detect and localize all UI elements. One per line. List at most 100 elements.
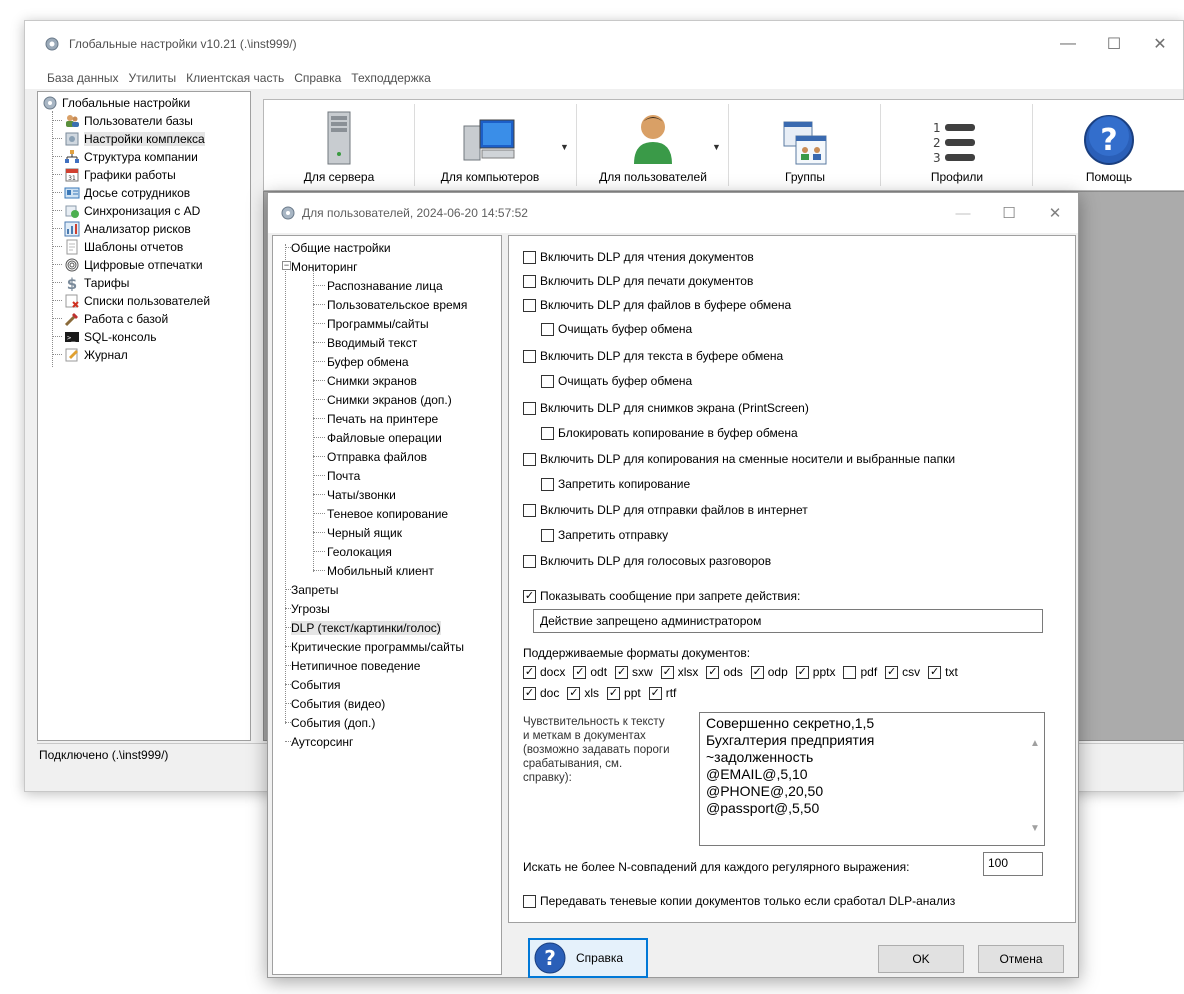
dlp-clipboard-text-checkbox[interactable]: Включить DLP для текста в буфере обмена (523, 349, 783, 363)
tree-monitoring[interactable]: − Мониторинг (273, 257, 501, 276)
tree-file-sending[interactable]: Отправка файлов (273, 447, 501, 466)
format-ods-checkbox[interactable]: ✓ ods (706, 665, 743, 679)
tree-item-risk-analyzer[interactable]: Анализатор рисков (42, 220, 250, 238)
toolbar-profiles-button[interactable]: 1 2 3 Профили (882, 100, 1032, 190)
dialog-maximize-button[interactable]: ☐ (986, 193, 1032, 233)
tree-prohibitions[interactable]: Запреты (273, 580, 501, 599)
tree-programs-sites[interactable]: Программы/сайты (273, 314, 501, 333)
help-button[interactable]: ? Справка (528, 938, 648, 978)
tree-events-video[interactable]: События (видео) (273, 694, 501, 713)
tree-outsourcing[interactable]: Аутсорсинг (273, 732, 501, 751)
tree-atypical-behavior[interactable]: Нетипичное поведение (273, 656, 501, 675)
tree-general-settings[interactable]: Общие настройки (273, 238, 501, 257)
tree-clipboard[interactable]: Буфер обмена (273, 352, 501, 371)
tree-item-report-templates[interactable]: Шаблоны отчетов (42, 238, 250, 256)
minimize-button[interactable]: — (1045, 21, 1091, 67)
menu-client[interactable]: Клиентская часть (186, 71, 284, 85)
toolbar-help-button[interactable]: ? Помощь (1034, 100, 1184, 190)
format-doc-checkbox[interactable]: ✓ doc (523, 686, 559, 700)
dialog-close-button[interactable]: ✕ (1032, 193, 1078, 233)
tree-shadow-copy[interactable]: Теневое копирование (273, 504, 501, 523)
tree-events-extra[interactable]: События (доп.) (273, 713, 501, 732)
tree-printing[interactable]: Печать на принтере (273, 409, 501, 428)
dlp-removable-media-checkbox[interactable]: Включить DLP для копирования на сменные … (523, 452, 955, 466)
shadow-only-dlp-checkbox[interactable]: Передавать теневые копии документов толь… (523, 894, 955, 908)
format-docx-checkbox[interactable]: ✓ docx (523, 665, 565, 679)
tree-face-recognition[interactable]: Распознавание лица (273, 276, 501, 295)
menu-database[interactable]: База данных (47, 71, 118, 85)
tree-item-fingerprints[interactable]: Цифровые отпечатки (42, 256, 250, 274)
dlp-printscreen-checkbox[interactable]: Включить DLP для снимков экрана (PrintSc… (523, 401, 809, 415)
menu-utilities[interactable]: Утилиты (128, 71, 176, 85)
clear-clipboard-files-checkbox[interactable]: Очищать буфер обмена (541, 322, 692, 336)
forbid-copy-checkbox[interactable]: Запретить копирование (541, 477, 690, 491)
tree-item-user-lists[interactable]: Списки пользователей (42, 292, 250, 310)
menu-support[interactable]: Техподдержка (351, 71, 431, 85)
dialog-minimize-button[interactable]: — (940, 193, 986, 233)
block-message-input[interactable]: Действие запрещено администратором (533, 609, 1043, 633)
tree-item-ad-sync[interactable]: Синхронизация с AD (42, 202, 250, 220)
tree-dlp[interactable]: DLP (текст/картинки/голос) (273, 618, 501, 637)
tree-geolocation[interactable]: Геолокация (273, 542, 501, 561)
tree-item-journal[interactable]: Журнал (42, 346, 250, 364)
tree-screenshots[interactable]: Снимки экранов (273, 371, 501, 390)
tree-typed-text[interactable]: Вводимый текст (273, 333, 501, 352)
tree-item-sql-console[interactable]: >_ SQL-консоль (42, 328, 250, 346)
tree-file-operations[interactable]: Файловые операции (273, 428, 501, 447)
scroll-down-icon[interactable]: ▼ (1030, 820, 1040, 837)
users-dropdown-arrow[interactable]: ▼ (712, 142, 721, 152)
tree-black-box[interactable]: Черный ящик (273, 523, 501, 542)
dlp-print-checkbox[interactable]: Включить DLP для печати документов (523, 274, 753, 288)
format-rtf-checkbox[interactable]: ✓ rtf (648, 686, 676, 700)
textarea-scrollbar[interactable]: ▲ ▼ (1026, 713, 1044, 845)
tree-item-work-schedules[interactable]: 31 Графики работы (42, 166, 250, 184)
block-clipboard-copy-checkbox[interactable]: Блокировать копирование в буфер обмена (541, 426, 798, 440)
format-xls-checkbox[interactable]: ✓ xls (567, 686, 599, 700)
format-pdf-checkbox[interactable]: pdf (843, 665, 877, 679)
tree-user-time[interactable]: Пользовательское время (273, 295, 501, 314)
menu-help[interactable]: Справка (294, 71, 341, 85)
tree-critical-programs[interactable]: Критические программы/сайты (273, 637, 501, 656)
dlp-read-checkbox[interactable]: Включить DLP для чтения документов (523, 250, 754, 264)
sensitivity-textarea[interactable]: Совершенно секретно,1,5 Бухгалтерия пред… (699, 712, 1045, 846)
dlp-clipboard-files-checkbox[interactable]: Включить DLP для файлов в буфере обмена (523, 298, 791, 312)
format-xlsx-checkbox[interactable]: ✓ xlsx (660, 665, 698, 679)
tree-mobile-client[interactable]: Мобильный клиент (273, 561, 501, 580)
format-odp-checkbox[interactable]: ✓ odp (750, 665, 788, 679)
tree-events[interactable]: События (273, 675, 501, 694)
cancel-button[interactable]: Отмена (978, 945, 1064, 973)
format-pptx-checkbox[interactable]: ✓ pptx (795, 665, 835, 679)
dlp-internet-send-checkbox[interactable]: Включить DLP для отправки файлов в интер… (523, 503, 808, 517)
tree-item-db-tools[interactable]: Работа с базой (42, 310, 250, 328)
tree-chats-calls[interactable]: Чаты/звонки (273, 485, 501, 504)
tree-root[interactable]: Глобальные настройки (42, 94, 250, 112)
scroll-up-icon[interactable]: ▲ (1030, 735, 1040, 752)
max-matches-input[interactable]: 100 (983, 852, 1043, 876)
toolbar-server-button[interactable]: Для сервера (264, 100, 414, 190)
show-message-checkbox[interactable]: ✓ Показывать сообщение при запрете действ… (523, 589, 800, 603)
tree-item-complex-settings[interactable]: Настройки комплекса (42, 130, 250, 148)
toolbar-users-button[interactable]: Для пользователей (578, 100, 728, 190)
format-txt-checkbox[interactable]: ✓ txt (928, 665, 958, 679)
toolbar-groups-button[interactable]: Группы (730, 100, 880, 190)
toolbar-computers-button[interactable]: Для компьютеров (416, 100, 564, 190)
maximize-button[interactable]: ☐ (1091, 21, 1137, 67)
tree-item-dossier[interactable]: Досье сотрудников (42, 184, 250, 202)
tree-item-org-structure[interactable]: Структура компании (42, 148, 250, 166)
format-csv-checkbox[interactable]: ✓ csv (885, 665, 920, 679)
tree-item-tariffs[interactable]: $ Тарифы (42, 274, 250, 292)
format-odt-checkbox[interactable]: ✓ odt (573, 665, 607, 679)
tree-mail[interactable]: Почта (273, 466, 501, 485)
clear-clipboard-text-checkbox[interactable]: Очищать буфер обмена (541, 374, 692, 388)
tree-screenshots-extra[interactable]: Снимки экранов (доп.) (273, 390, 501, 409)
forbid-send-checkbox[interactable]: Запретить отправку (541, 528, 668, 542)
computers-dropdown-arrow[interactable]: ▼ (560, 142, 569, 152)
tree-threats[interactable]: Угрозы (273, 599, 501, 618)
format-sxw-checkbox[interactable]: ✓ sxw (615, 665, 653, 679)
tree-item-db-users[interactable]: Пользователи базы (42, 112, 250, 130)
collapse-icon[interactable]: − (282, 261, 291, 270)
format-ppt-checkbox[interactable]: ✓ ppt (607, 686, 641, 700)
close-button[interactable]: ✕ (1137, 21, 1183, 67)
ok-button[interactable]: OK (878, 945, 964, 973)
dlp-voice-checkbox[interactable]: Включить DLP для голосовых разговоров (523, 554, 771, 568)
